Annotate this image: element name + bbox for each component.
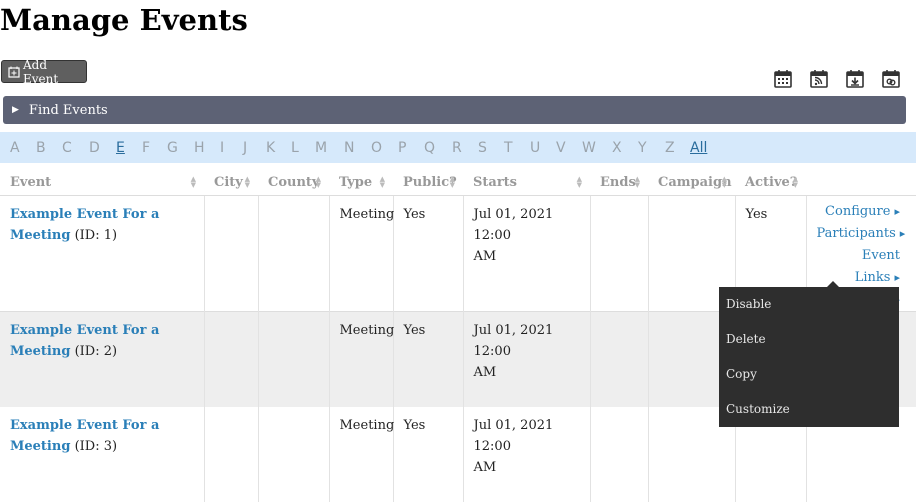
sort-icon: ▲ ▼ (190, 174, 196, 189)
ends-cell (590, 195, 649, 312)
public-cell: Yes (393, 311, 464, 407)
alpha-letter[interactable]: A (10, 140, 20, 156)
public-cell: Yes (393, 195, 464, 312)
sort-icon: ▲ ▼ (244, 174, 250, 189)
alpha-letter[interactable]: S (478, 140, 487, 156)
alpha-letter[interactable]: L (291, 140, 299, 156)
alpha-letter[interactable]: Z (665, 140, 675, 156)
alpha-letter[interactable]: P (398, 140, 406, 156)
add-event-label: Add Event (23, 57, 59, 86)
add-event-button[interactable]: Add Event (1, 57, 87, 86)
configure-link[interactable]: Configure (817, 201, 901, 223)
alpha-letter[interactable]: V (556, 140, 566, 156)
alpha-letter[interactable]: X (612, 140, 622, 156)
county-cell (258, 311, 330, 407)
alphabet-filter: A B C D E F G H I J K L M N O P Q R S T … (0, 132, 916, 163)
menu-item-disable[interactable]: Disable (719, 287, 899, 322)
alpha-letter[interactable]: D (89, 140, 100, 156)
link-icon[interactable] (879, 67, 903, 91)
sort-icon: ▲ ▼ (634, 174, 640, 189)
alpha-letter[interactable]: W (582, 140, 596, 156)
event-id: (ID: 2) (74, 344, 118, 359)
alpha-letter[interactable]: M (315, 140, 327, 156)
col-header-type[interactable]: Type ▲ ▼ (329, 170, 393, 196)
ends-cell (590, 311, 649, 407)
type-cell: Meeting (329, 195, 394, 312)
starts-cell: Jul 01, 2021 12:00 AM (463, 406, 591, 502)
find-events-label: Find Events (28, 102, 108, 118)
page-title: Manage Events (0, 3, 248, 37)
col-header-campaign[interactable]: Campaign ▲ ▼ (648, 170, 735, 196)
county-cell (258, 406, 330, 502)
alpha-letter[interactable]: N (344, 140, 354, 156)
ends-cell (590, 406, 649, 502)
alpha-letter[interactable]: G (167, 140, 178, 156)
col-header-actions (806, 170, 916, 196)
calendar-icon[interactable] (771, 67, 795, 91)
alpha-all[interactable]: All (690, 140, 707, 156)
col-header-ends[interactable]: Ends ▲ ▼ (590, 170, 648, 196)
rss-feed-icon[interactable] (807, 67, 831, 91)
col-header-county[interactable]: County ▲ ▼ (258, 170, 329, 196)
table-header-row: Event ▲ ▼ City ▲ ▼ County ▲ ▼ Type ▲ ▼ Public? ▲ ▼… (0, 170, 916, 196)
type-cell: Meeting (329, 406, 394, 502)
col-header-city[interactable]: City ▲ ▼ (204, 170, 258, 196)
public-cell: Yes (393, 406, 464, 502)
type-cell: Meeting (329, 311, 394, 407)
alpha-letter[interactable]: O (371, 140, 382, 156)
alpha-letter[interactable]: U (530, 140, 540, 156)
action-icons (771, 67, 903, 91)
alpha-letter[interactable]: J (243, 140, 247, 156)
event-id: (ID: 1) (74, 228, 118, 243)
alpha-letter[interactable]: R (452, 140, 462, 156)
participants-link[interactable]: Participants (817, 223, 901, 245)
menu-item-delete[interactable]: Delete (719, 322, 899, 357)
alpha-letter[interactable]: H (194, 140, 205, 156)
event-id: (ID: 3) (74, 438, 118, 454)
sort-icon: ▲ ▼ (721, 174, 727, 189)
menu-item-copy[interactable]: Copy (719, 357, 899, 392)
city-cell (204, 195, 259, 312)
col-header-event[interactable]: Event ▲ ▼ (0, 170, 204, 196)
alpha-letter[interactable]: C (62, 140, 72, 156)
download-icon[interactable] (843, 67, 867, 91)
alpha-letter[interactable]: K (266, 140, 275, 156)
more-actions-menu: Disable Delete Copy Customize (719, 281, 899, 427)
expand-triangle-icon: ▶ (12, 105, 19, 115)
alpha-letter[interactable]: T (504, 140, 513, 156)
col-header-active[interactable]: Active? ▲ ▼ (735, 170, 806, 196)
col-header-starts[interactable]: Starts ▲ ▼ (463, 170, 590, 196)
alpha-letter[interactable]: F (142, 140, 150, 156)
alpha-letter[interactable]: I (220, 140, 224, 156)
sort-icon: ▲ ▼ (315, 174, 321, 189)
menu-pointer (827, 281, 839, 287)
alpha-letter[interactable]: B (36, 140, 46, 156)
sort-icon: ▲ ▼ (792, 174, 798, 189)
find-events-toggle[interactable]: ▶ Find Events (3, 96, 906, 124)
county-cell (258, 195, 330, 312)
city-cell (204, 406, 259, 502)
alpha-letter[interactable]: Y (638, 140, 647, 156)
sort-icon: ▲ ▼ (576, 174, 582, 189)
alpha-letter[interactable]: Q (424, 140, 435, 156)
starts-cell: Jul 01, 2021 12:00 AM (463, 195, 591, 312)
menu-item-customize[interactable]: Customize (719, 392, 899, 427)
sort-icon: ▲ ▼ (449, 174, 455, 189)
col-header-public[interactable]: Public? ▲ ▼ (393, 170, 463, 196)
city-cell (204, 311, 259, 407)
add-calendar-icon (8, 66, 20, 78)
alpha-letter-selected[interactable]: E (116, 140, 125, 156)
sort-icon: ▲ ▼ (379, 174, 385, 189)
starts-cell: Jul 01, 2021 12:00 AM (463, 311, 591, 407)
